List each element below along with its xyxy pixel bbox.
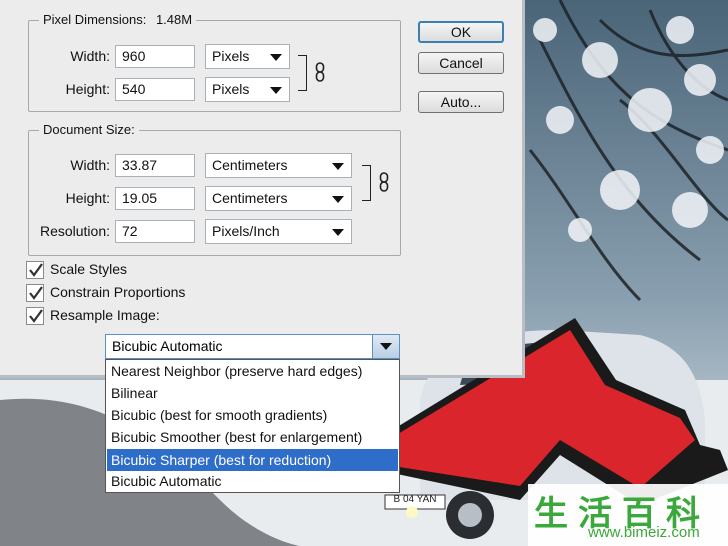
chevron-down-icon: [332, 196, 344, 203]
document-link-bracket: [362, 165, 371, 201]
resample-image-label: Resample Image:: [50, 307, 160, 323]
option-bicubic-smoother[interactable]: Bicubic Smoother (best for enlargement): [107, 426, 398, 448]
chevron-down-icon: [332, 163, 344, 170]
resample-options-list: Nearest Neighbor (preserve hard edges) B…: [105, 359, 400, 493]
pixel-width-input[interactable]: 960: [115, 45, 195, 68]
cancel-button[interactable]: Cancel: [418, 52, 504, 74]
doc-width-input[interactable]: 33.87: [115, 154, 195, 177]
constrain-proportions-checkbox[interactable]: [26, 284, 44, 302]
constrain-proportions-label: Constrain Proportions: [50, 284, 186, 300]
chevron-down-icon: [270, 54, 282, 61]
checkmark-icon: [29, 263, 43, 277]
chevron-down-icon: [380, 343, 392, 350]
pixel-dimensions-size: 1.48M: [155, 12, 193, 27]
resolution-label: Resolution:: [39, 223, 110, 239]
doc-height-label: Height:: [65, 190, 110, 206]
option-bicubic-sharper[interactable]: Bicubic Sharper (best for reduction): [107, 449, 398, 471]
doc-height-unit-value: Centimeters: [212, 190, 288, 206]
resample-method-select[interactable]: Bicubic Automatic: [105, 334, 400, 359]
resolution-unit-select[interactable]: Pixels/Inch: [205, 219, 352, 244]
watermark: 生活百科 www.bimeiz.com: [528, 484, 728, 546]
chain-link-icon[interactable]: [379, 172, 389, 197]
pixel-height-input[interactable]: 540: [115, 78, 195, 101]
chevron-down-icon: [332, 229, 344, 236]
doc-height-unit-select[interactable]: Centimeters: [205, 186, 352, 211]
doc-width-unit-select[interactable]: Centimeters: [205, 153, 352, 178]
checkmark-icon: [29, 286, 43, 300]
chain-link-icon[interactable]: [315, 62, 325, 87]
resample-selected-value: Bicubic Automatic: [112, 338, 223, 354]
pixel-link-bracket: [298, 55, 307, 91]
document-size-legend: Document Size:: [39, 122, 139, 137]
checkmark-icon: [29, 309, 43, 323]
watermark-url: www.bimeiz.com: [588, 524, 700, 541]
doc-width-label: Width:: [70, 157, 110, 173]
pixel-width-unit-select[interactable]: Pixels: [205, 44, 290, 69]
option-bicubic-automatic[interactable]: Bicubic Automatic: [107, 470, 398, 492]
license-plate: B 04 YAN: [393, 494, 437, 505]
pixel-height-label: Height:: [65, 81, 110, 97]
auto-button[interactable]: Auto...: [418, 91, 504, 113]
chevron-down-icon: [270, 87, 282, 94]
pixel-width-unit-value: Pixels: [212, 48, 250, 64]
resample-image-checkbox[interactable]: [26, 307, 44, 325]
option-nearest-neighbor[interactable]: Nearest Neighbor (preserve hard edges): [107, 360, 398, 382]
ok-button[interactable]: OK: [418, 21, 504, 43]
option-bicubic[interactable]: Bicubic (best for smooth gradients): [107, 404, 398, 426]
doc-width-unit-value: Centimeters: [212, 157, 288, 173]
pixel-dimensions-legend: Pixel Dimensions: 1.48M: [39, 12, 197, 27]
pixel-height-unit-select[interactable]: Pixels: [205, 77, 290, 102]
scale-styles-label: Scale Styles: [50, 261, 128, 277]
resolution-unit-value: Pixels/Inch: [212, 223, 280, 239]
pixel-height-unit-value: Pixels: [212, 81, 250, 97]
doc-height-input[interactable]: 19.05: [115, 187, 195, 210]
option-bilinear[interactable]: Bilinear: [107, 382, 398, 404]
dropdown-toggle-button[interactable]: [372, 335, 399, 358]
pixel-width-label: Width:: [70, 48, 110, 64]
resolution-input[interactable]: 72: [115, 220, 195, 243]
scale-styles-checkbox[interactable]: [26, 261, 44, 279]
image-size-dialog: Pixel Dimensions: 1.48M Width: 960 Pixel…: [0, 0, 525, 378]
